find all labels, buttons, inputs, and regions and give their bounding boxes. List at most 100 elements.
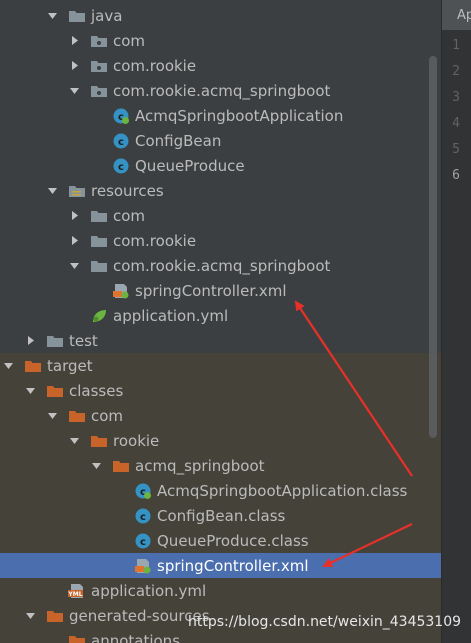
- tree-node[interactable]: classes: [0, 378, 441, 403]
- tree-node[interactable]: com.rookie.acmq_springboot: [0, 78, 441, 103]
- package-icon: [90, 83, 108, 99]
- tree-node-label: application.yml: [113, 306, 229, 325]
- expand-arrow-down-icon[interactable]: [46, 10, 58, 22]
- class-icon: c: [112, 158, 130, 174]
- svg-text:c: c: [118, 137, 124, 148]
- line-number: 3: [452, 90, 460, 105]
- svg-text:c: c: [118, 162, 124, 173]
- class-icon: c: [112, 133, 130, 149]
- tree-node[interactable]: c ConfigBean.class: [0, 503, 441, 528]
- svg-text:c: c: [140, 537, 146, 548]
- tree-node[interactable]: acmq_springboot: [0, 453, 441, 478]
- tree-node-label: AcmqSpringbootApplication.class: [157, 481, 408, 500]
- spring-xml-icon: [112, 283, 130, 299]
- tree-node-label: com: [91, 406, 124, 425]
- resources-folder-icon: [68, 183, 86, 199]
- tree-node-label: springController.xml: [157, 556, 309, 575]
- tree-node[interactable]: annotations: [0, 628, 441, 643]
- tree-node-label: ConfigBean.class: [157, 506, 286, 525]
- tree-node[interactable]: springController.xml: [0, 553, 441, 578]
- tree-node[interactable]: com.rookie: [0, 228, 441, 253]
- expand-arrow-right-icon[interactable]: [68, 60, 80, 72]
- line-number: 4: [452, 116, 460, 131]
- tree-node[interactable]: rookie: [0, 428, 441, 453]
- tree-node-label: resources: [91, 181, 164, 200]
- tree-node[interactable]: target: [0, 353, 441, 378]
- tree-node[interactable]: c AcmqSpringbootApplication.class: [0, 478, 441, 503]
- expand-arrow-down-icon[interactable]: [68, 85, 80, 97]
- orange-folder-icon: [90, 433, 108, 449]
- tree-node-label: QueueProduce: [135, 156, 245, 175]
- svg-text:YML: YML: [67, 591, 82, 598]
- arrow-spacer: [112, 485, 124, 497]
- tree-node-label: test: [69, 331, 98, 350]
- orange-folder-icon: [46, 608, 64, 624]
- tree-node-label: QueueProduce.class: [157, 531, 309, 550]
- tree-node[interactable]: java: [0, 3, 441, 28]
- tree-node-label: com: [113, 31, 146, 50]
- spring-yml-icon: [90, 308, 108, 324]
- arrow-spacer: [46, 635, 58, 643]
- expand-arrow-right-icon[interactable]: [24, 335, 36, 347]
- line-number: 2: [452, 64, 460, 79]
- watermark-text: https://blog.csdn.net/weixin_43453109: [188, 614, 462, 630]
- orange-folder-icon: [46, 383, 64, 399]
- expand-arrow-down-icon[interactable]: [24, 385, 36, 397]
- expand-arrow-down-icon[interactable]: [68, 435, 80, 447]
- project-tree-panel[interactable]: java com com.rookie com.rookie.acmq_springb…: [0, 0, 441, 643]
- expand-arrow-down-icon[interactable]: [68, 260, 80, 272]
- arrow-spacer: [68, 310, 80, 322]
- package-icon: [90, 58, 108, 74]
- tree-node[interactable]: com: [0, 28, 441, 53]
- spring-boot-class-icon: c: [134, 483, 152, 499]
- folder-icon: [90, 258, 108, 274]
- tree-node[interactable]: com.rookie.acmq_springboot: [0, 253, 441, 278]
- tree-node-label: java: [91, 6, 123, 25]
- arrow-spacer: [90, 110, 102, 122]
- tree-node[interactable]: com.rookie: [0, 53, 441, 78]
- expand-arrow-down-icon[interactable]: [2, 360, 14, 372]
- tree-node[interactable]: c QueueProduce: [0, 153, 441, 178]
- tree-node-label: ConfigBean: [135, 131, 222, 150]
- expand-arrow-down-icon[interactable]: [46, 185, 58, 197]
- tree-node-label: springController.xml: [135, 281, 287, 300]
- tree-node-label: annotations: [91, 631, 181, 643]
- expand-arrow-down-icon[interactable]: [46, 410, 58, 422]
- arrow-spacer: [112, 535, 124, 547]
- tree-node[interactable]: com: [0, 403, 441, 428]
- tree-node[interactable]: resources: [0, 178, 441, 203]
- arrow-spacer: [46, 585, 58, 597]
- yml-file-icon: YML: [67, 583, 86, 599]
- tree-node-label: com.rookie: [113, 231, 197, 250]
- tree-node-label: classes: [69, 381, 124, 400]
- arrow-spacer: [90, 135, 102, 147]
- tree-node[interactable]: test: [0, 328, 441, 353]
- expand-arrow-down-icon[interactable]: [90, 460, 102, 472]
- expand-arrow-right-icon[interactable]: [68, 35, 80, 47]
- tree-node[interactable]: application.yml: [0, 303, 441, 328]
- arrow-spacer: [112, 560, 124, 572]
- tree-node[interactable]: springController.xml: [0, 278, 441, 303]
- editor-tab[interactable]: Ap: [442, 0, 471, 30]
- tree-node[interactable]: com: [0, 203, 441, 228]
- expand-arrow-right-icon[interactable]: [68, 235, 80, 247]
- tree-scrollbar[interactable]: [429, 56, 437, 438]
- tree-node-label: rookie: [113, 431, 160, 450]
- class-icon: c: [134, 508, 152, 524]
- arrow-spacer: [112, 510, 124, 522]
- editor-gutter-panel: Ap 1 2 3 4 5 6: [441, 0, 471, 643]
- class-icon: c: [134, 533, 152, 549]
- package-icon: [90, 33, 108, 49]
- tree-node[interactable]: YML application.yml: [0, 578, 441, 603]
- line-number: 1: [452, 38, 460, 53]
- tree-node[interactable]: c AcmqSpringbootApplication: [0, 103, 441, 128]
- expand-arrow-down-icon[interactable]: [24, 610, 36, 622]
- folder-icon: [68, 8, 86, 24]
- svg-text:c: c: [140, 512, 146, 523]
- orange-folder-icon: [24, 358, 42, 374]
- tree-node[interactable]: c QueueProduce.class: [0, 528, 441, 553]
- expand-arrow-right-icon[interactable]: [68, 210, 80, 222]
- tree-node[interactable]: c ConfigBean: [0, 128, 441, 153]
- folder-icon: [90, 208, 108, 224]
- tree-node-label: acmq_springboot: [135, 456, 265, 475]
